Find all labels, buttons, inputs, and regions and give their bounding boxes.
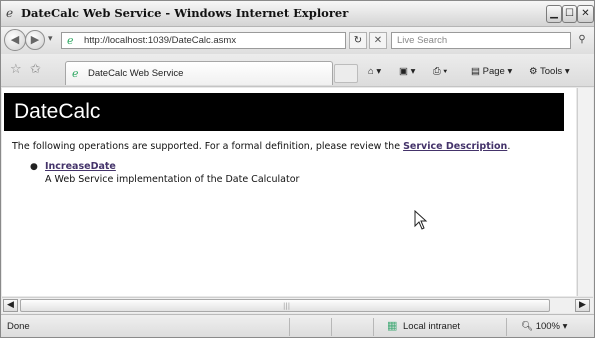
chevron-left-icon: ◀ [7,300,14,310]
status-separator [506,318,507,336]
stop-icon: ✕ [373,35,383,46]
browser-window: ℯ DateCalc Web Service - Windows Interne… [0,0,595,338]
mouse-pointer-icon [414,210,428,230]
tab-toolbar: ☆ ✩ ℯ DateCalc Web Service ⌂ ▾ ▣ ▾ ⎙ ▾ ▤… [1,54,594,87]
operation-link-increasedate[interactable]: IncreaseDate [45,161,116,172]
chevron-right-icon: ▶ [579,300,586,310]
page-title: DateCalc [14,100,101,123]
status-text: Done [7,321,30,332]
tab-label: DateCalc Web Service [88,68,184,79]
zoom-icon: 🔍︎ [521,321,534,332]
status-separator [289,318,290,336]
back-arrow-icon: ◀ [10,33,20,46]
tools-menu-label: Tools [540,66,563,77]
intro-text: The following operations are supported. … [12,141,510,152]
page-menu-icon: ▤ [471,66,480,77]
service-description-link[interactable]: Service Description [403,141,507,152]
zoom-level[interactable]: 🔍︎ 100% ▾ [521,321,567,332]
page-menu[interactable]: ▤ Page ▾ [471,64,512,80]
title-bar[interactable]: ℯ DateCalc Web Service - Windows Interne… [1,1,594,27]
maximize-button[interactable]: ☐ [562,5,577,23]
home-button[interactable]: ⌂ ▾ [368,64,381,80]
print-button[interactable]: ⎙ ▾ [433,64,447,80]
minimize-button[interactable]: ▁ [546,5,562,23]
favorites-star-icon[interactable]: ☆ [10,62,22,77]
tab-datecalc[interactable]: ℯ DateCalc Web Service [65,61,333,85]
recent-pages-dropdown[interactable]: ▾ [48,34,53,44]
feeds-icon: ▣ [399,66,408,77]
window-title: DateCalc Web Service - Windows Internet … [21,6,349,20]
list-bullet: ● [30,162,38,172]
status-bar: Done ▦ Local intranet 🔍︎ 100% ▾ [1,314,594,337]
refresh-button[interactable]: ↻ [349,32,367,49]
tab-page-icon: ℯ [72,67,79,80]
horizontal-scroll-thumb[interactable]: ||| [20,299,550,312]
search-button[interactable]: ⚲ [574,32,590,49]
tools-menu[interactable]: ⚙ Tools ▾ [529,64,570,80]
refresh-icon: ↻ [353,35,363,46]
page-content: DateCalc The following operations are su… [2,88,576,296]
new-tab-button[interactable] [334,64,358,83]
page-menu-label: Page [482,66,505,77]
vertical-scrollbar[interactable] [577,88,593,296]
add-favorites-icon[interactable]: ✩ [30,62,41,77]
status-separator [331,318,332,336]
stop-button[interactable]: ✕ [369,32,387,49]
scroll-left-button[interactable]: ◀ [3,299,18,312]
page-icon: ℯ [67,34,74,47]
local-intranet-icon: ▦ [387,319,398,332]
close-button[interactable]: ✕ [577,5,594,23]
back-button[interactable]: ◀ [4,29,26,51]
address-input[interactable]: http://localhost:1039/DateCalc.asmx [84,35,236,46]
address-bar[interactable]: ℯ http://localhost:1039/DateCalc.asmx ▼ [61,32,400,49]
ie-logo-icon: ℯ [6,6,14,20]
status-separator [373,318,374,336]
intro-suffix: . [507,141,511,152]
operation-description: A Web Service implementation of the Date… [45,174,300,185]
forward-button[interactable]: ▶ [25,30,45,50]
horizontal-scrollbar[interactable]: ◀ ||| ▶ [2,297,593,313]
address-toolbar: ◀ ▶ ▾ ℯ http://localhost:1039/DateCalc.a… [1,27,594,54]
feeds-button[interactable]: ▣ ▾ [399,64,415,80]
intro-prefix: The following operations are supported. … [12,141,404,152]
zoom-value: 100% [535,321,561,332]
scroll-grip-icon: ||| [283,302,291,310]
page-heading-bar: DateCalc [4,93,564,131]
search-placeholder: Live Search [397,35,448,46]
scroll-right-button[interactable]: ▶ [575,299,590,312]
home-icon: ⌂ [368,66,374,77]
search-icon: ⚲ [578,34,586,45]
tools-gear-icon: ⚙ [529,66,538,77]
search-field[interactable]: Live Search [391,32,571,49]
forward-arrow-icon: ▶ [30,33,40,46]
print-icon: ⎙ [433,66,441,77]
security-zone[interactable]: Local intranet [403,321,460,332]
